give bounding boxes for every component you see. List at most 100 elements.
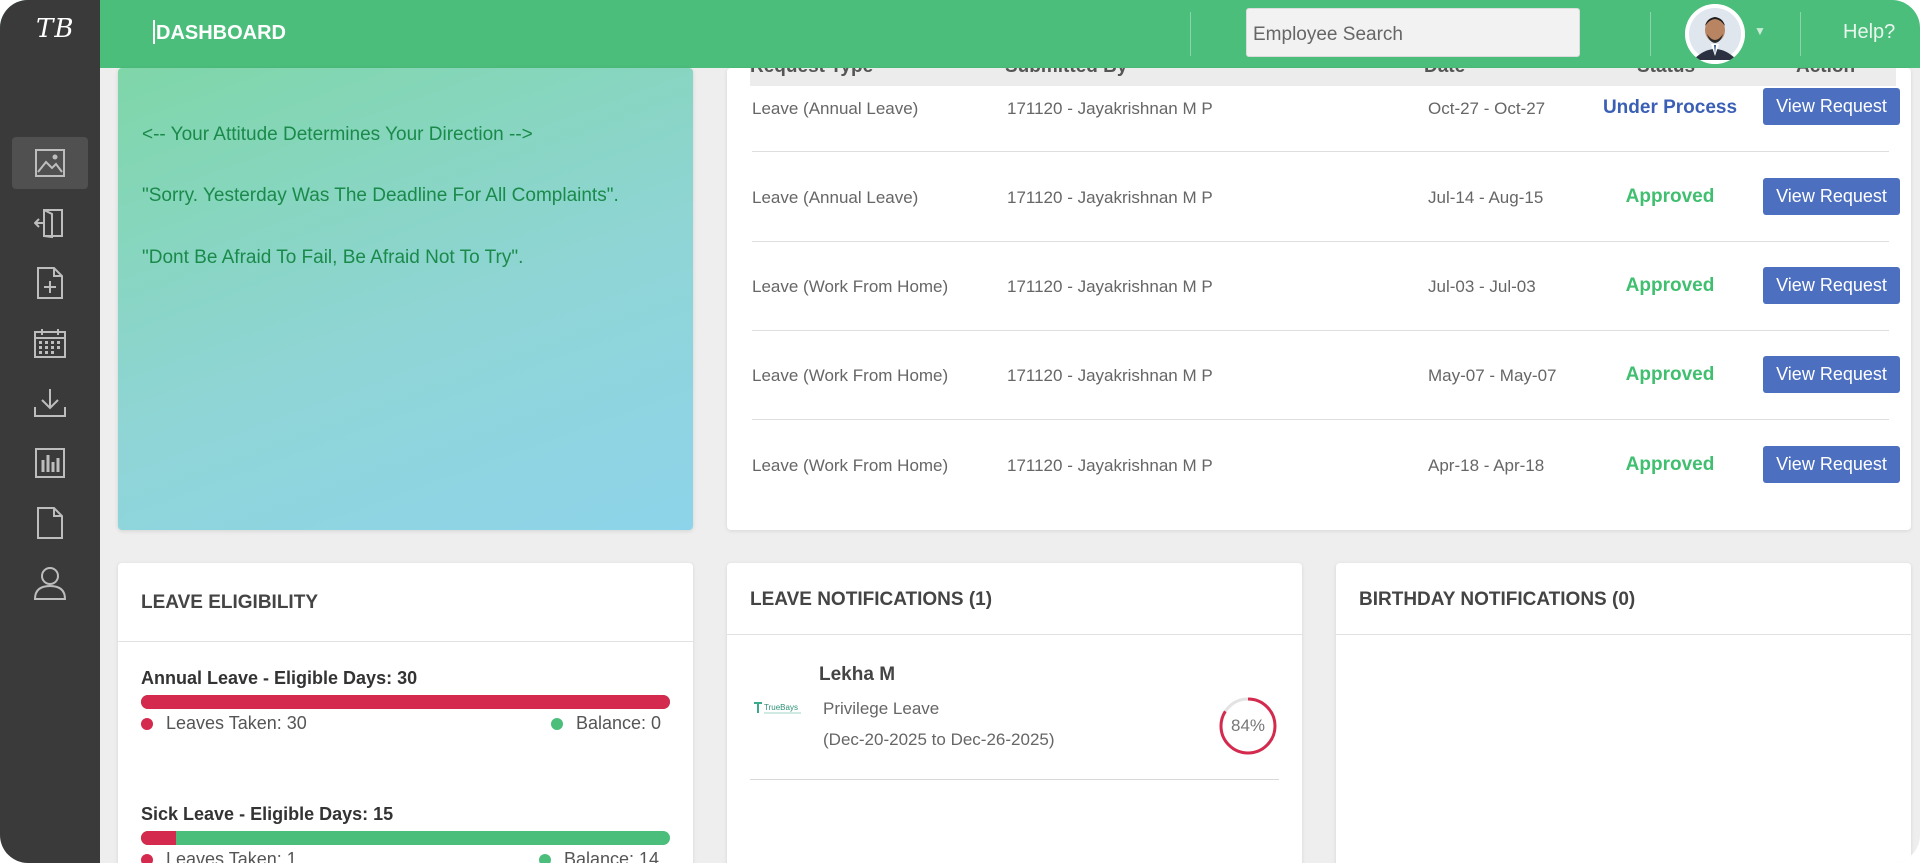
sidebar: [0, 68, 100, 863]
table-row: Leave (Work From Home) 171120 - Jayakris…: [752, 242, 1900, 331]
view-request-button[interactable]: View Request: [1763, 267, 1900, 304]
balance-text: Balance: 14: [564, 849, 660, 863]
status-badge: Approved: [1625, 364, 1715, 385]
request-type: Leave (Work From Home): [752, 277, 949, 296]
help-link[interactable]: Help?: [1843, 21, 1895, 44]
employee-search-input[interactable]: [1246, 8, 1580, 57]
table-row: Leave (Work From Home) 171120 - Jayakris…: [752, 331, 1900, 420]
submitted-by: 171120 - Jayakrishnan M P: [1007, 99, 1213, 118]
avatar-photo: [1685, 4, 1745, 64]
requests-table-card: Request Type Submitted By Date Status Ac…: [727, 68, 1911, 530]
birthday-notifications-card: BIRTHDAY NOTIFICATIONS (0): [1336, 563, 1911, 863]
quotes-card: <-- Your Attitude Determines Your Direct…: [118, 68, 693, 530]
status-badge: Approved: [1625, 186, 1715, 207]
column-header-date: Date: [1424, 68, 1465, 78]
divider: [750, 779, 1279, 780]
percent-label: 84%: [1230, 716, 1266, 735]
leave-type: Privilege Leave: [823, 699, 940, 718]
leaves-taken-legend: Leaves Taken: 30: [141, 713, 307, 734]
app-window: TB DASHBOARD ▼ Help?: [0, 0, 1920, 863]
leave-type-label: Annual Leave - Eligible Days: 30: [141, 668, 418, 688]
view-request-button[interactable]: View Request: [1763, 356, 1900, 393]
company-logo-text: TrueBays: [764, 703, 798, 712]
header-divider: [1800, 12, 1801, 56]
quote-line: <-- Your Attitude Determines Your Direct…: [142, 124, 533, 145]
submitted-by: 171120 - Jayakrishnan M P: [1007, 277, 1213, 296]
document-icon: [37, 507, 63, 539]
request-date: Apr-18 - Apr-18: [1428, 456, 1545, 475]
balance-legend: Balance: 0: [551, 713, 661, 734]
view-request-button[interactable]: View Request: [1763, 88, 1900, 125]
quote-line: "Dont Be Afraid To Fail, Be Afraid Not T…: [142, 247, 524, 268]
leave-progress-bar: [141, 695, 670, 709]
leaves-taken-text: Leaves Taken: 30: [166, 713, 307, 733]
divider: [1336, 634, 1911, 635]
company-logo-mark: TrueBays: [754, 702, 801, 714]
bar-chart-icon: [35, 448, 65, 478]
sidebar-item-exit[interactable]: [12, 197, 88, 249]
submitted-by: 171120 - Jayakrishnan M P: [1007, 456, 1213, 475]
card-title: LEAVE NOTIFICATIONS (1): [750, 589, 993, 610]
balance-dot-icon: [539, 853, 551, 863]
sidebar-item-documents[interactable]: [12, 497, 88, 549]
company-logo: TrueBays: [753, 698, 803, 718]
table-row: Leave (Annual Leave) 171120 - Jayakrishn…: [752, 152, 1900, 242]
sidebar-item-calendar[interactable]: [12, 317, 88, 369]
column-header-action: Action: [1796, 68, 1855, 78]
sidebar-item-profile[interactable]: [12, 557, 88, 609]
sidebar-item-reports[interactable]: [12, 437, 88, 489]
request-date: Jul-03 - Jul-03: [1428, 277, 1536, 296]
request-date: Jul-14 - Aug-15: [1428, 188, 1544, 207]
balance-legend: Balance: 14: [539, 849, 659, 863]
view-request-button[interactable]: View Request: [1763, 178, 1900, 215]
balance-dot-icon: [551, 717, 563, 730]
app-logo: TB: [36, 14, 75, 44]
table-row: Leave (Work From Home) 171120 - Jayakris…: [752, 420, 1900, 510]
card-title: BIRTHDAY NOTIFICATIONS (0): [1359, 589, 1636, 610]
status-badge: Approved: [1625, 454, 1715, 475]
divider: [727, 634, 1302, 635]
view-request-button[interactable]: View Request: [1763, 446, 1900, 483]
header-divider: [1650, 12, 1651, 56]
sidebar-item-download[interactable]: [12, 377, 88, 429]
sidebar-item-dashboard[interactable]: [12, 137, 88, 189]
percent-ring: 84%: [1217, 695, 1279, 757]
employee-name: Lekha M: [819, 664, 896, 685]
status-badge: Under Process: [1602, 97, 1738, 118]
leaves-taken-legend: Leaves Taken: 1: [141, 849, 297, 863]
submitted-by: 171120 - Jayakrishnan M P: [1007, 188, 1213, 207]
image-icon: [35, 149, 65, 177]
leave-dates: (Dec-20-2025 to Dec-26-2025): [823, 730, 1055, 749]
status-badge: Approved: [1625, 275, 1715, 296]
leave-eligibility-card: LEAVE ELIGIBILITY Annual Leave - Eligibl…: [118, 563, 693, 863]
calendar-icon: [34, 329, 66, 358]
user-avatar[interactable]: [1685, 4, 1745, 64]
chevron-down-icon[interactable]: ▼: [1754, 24, 1766, 38]
file-plus-icon: [37, 267, 63, 299]
leave-taken-fill: [141, 695, 670, 709]
user-icon: [33, 567, 67, 600]
column-header-submitted-by: Submitted By: [1005, 68, 1127, 78]
request-type: Leave (Work From Home): [752, 456, 949, 475]
request-date: May-07 - May-07: [1428, 366, 1557, 385]
request-type: Leave (Annual Leave): [752, 99, 919, 118]
submitted-by: 171120 - Jayakrishnan M P: [1007, 366, 1213, 385]
leave-progress-bar: [141, 831, 670, 845]
leave-taken-fill: [141, 831, 177, 845]
sidebar-item-new-request[interactable]: [12, 257, 88, 309]
table-row: Leave (Annual Leave) 171120 - Jayakrishn…: [752, 84, 1900, 152]
page-title: DASHBOARD: [153, 20, 286, 44]
leaves-taken-text: Leaves Taken: 1: [166, 849, 297, 863]
quote-line: "Sorry. Yesterday Was The Deadline For A…: [142, 185, 619, 206]
request-type: Leave (Annual Leave): [752, 188, 919, 207]
card-title: LEAVE ELIGIBILITY: [141, 592, 318, 613]
leave-notifications-card: LEAVE NOTIFICATIONS (1) TrueBays Lekha M…: [727, 563, 1302, 863]
logo-container[interactable]: TB: [0, 0, 100, 68]
divider: [118, 641, 693, 642]
header-divider: [1190, 12, 1191, 56]
taken-dot-icon: [141, 853, 153, 863]
top-bar: TB DASHBOARD ▼ Help?: [0, 0, 1920, 68]
column-header-status: Status: [1637, 68, 1695, 78]
column-header-request-type: Request Type: [750, 68, 873, 78]
request-type: Leave (Work From Home): [752, 366, 949, 385]
